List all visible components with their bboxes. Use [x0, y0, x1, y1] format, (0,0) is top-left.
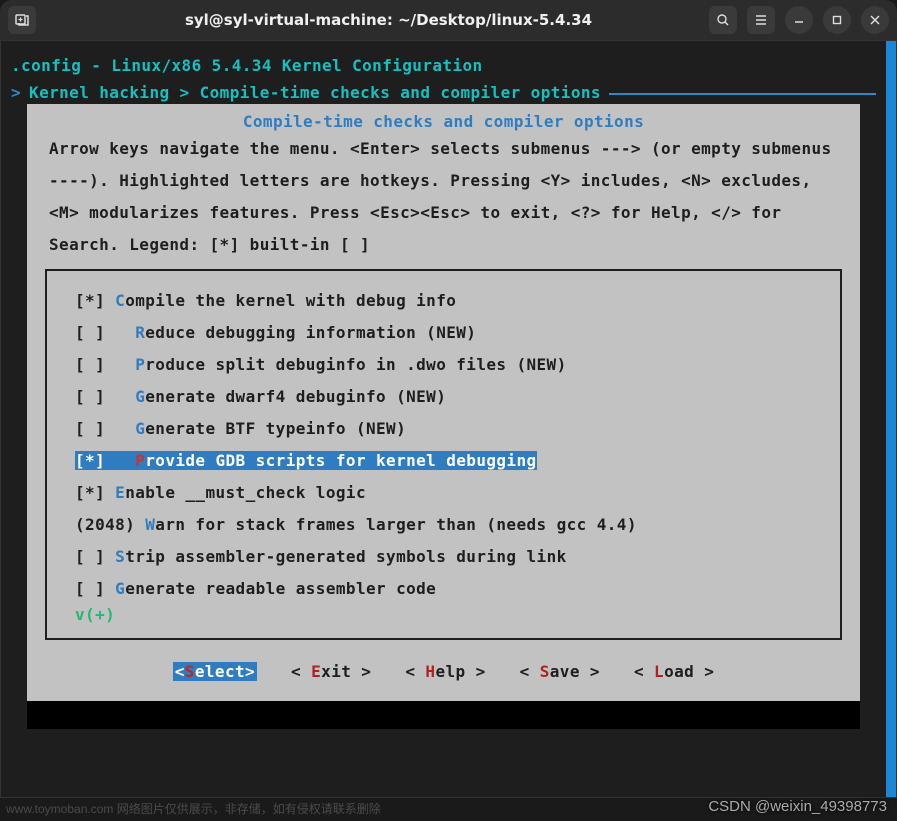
watermark-bottom-left: www.toymoban.com 网络图片仅供展示，非存储，如有侵权请联系删除: [6, 800, 381, 817]
breadcrumb-rule: [609, 93, 876, 95]
menu-item-2[interactable]: [ ] Produce split debuginfo in .dwo file…: [47, 349, 840, 381]
config-title-line: .config - Linux/x86 5.4.34 Kernel Config…: [1, 51, 886, 81]
menu-item-0[interactable]: [*] Compile the kernel with debug info: [47, 285, 840, 317]
window-title: syl@syl-virtual-machine: ~/Desktop/linux…: [68, 11, 709, 29]
dialog-button-select[interactable]: <Select>: [173, 662, 257, 681]
dialog-title: Compile-time checks and compiler options: [49, 112, 838, 131]
menuconfig-dialog: Compile-time checks and compiler options…: [27, 104, 860, 701]
menu-item-5[interactable]: [*] Provide GDB scripts for kernel debug…: [47, 445, 840, 477]
breadcrumb-line: > Kernel hacking > Compile-time checks a…: [1, 81, 886, 104]
menu-item-1[interactable]: [ ] Reduce debugging information (NEW): [47, 317, 840, 349]
menu-item-7[interactable]: (2048) Warn for stack frames larger than…: [47, 509, 840, 541]
close-button[interactable]: [861, 6, 889, 34]
menu-list: [*] Compile the kernel with debug info[ …: [45, 269, 842, 640]
window-titlebar: syl@syl-virtual-machine: ~/Desktop/linux…: [0, 0, 897, 40]
watermark-bottom-right: CSDN @weixin_49398773: [708, 798, 887, 815]
new-tab-button[interactable]: [8, 6, 36, 34]
menu-item-9[interactable]: [ ] Generate readable assembler code: [47, 573, 840, 605]
menu-item-4[interactable]: [ ] Generate BTF typeinfo (NEW): [47, 413, 840, 445]
search-button[interactable]: [709, 6, 737, 34]
button-row: <Select> < Exit > < Help > < Save > < Load >: [27, 640, 860, 701]
menu-item-6[interactable]: [*] Enable __must_check logic: [47, 477, 840, 509]
more-indicator: v(+): [47, 605, 840, 624]
menu-item-8[interactable]: [ ] Strip assembler-generated symbols du…: [47, 541, 840, 573]
menu-item-3[interactable]: [ ] Generate dwarf4 debuginfo (NEW): [47, 381, 840, 413]
dialog-button-exit[interactable]: < Exit >: [291, 662, 371, 681]
dialog-button-help[interactable]: < Help >: [405, 662, 485, 681]
dialog-help-text: Arrow keys navigate the menu. <Enter> se…: [49, 131, 838, 263]
hamburger-menu-button[interactable]: [747, 6, 775, 34]
terminal-black-area: [27, 701, 860, 729]
dialog-button-load[interactable]: < Load >: [634, 662, 714, 681]
minimize-button[interactable]: [785, 6, 813, 34]
maximize-button[interactable]: [823, 6, 851, 34]
dialog-button-save[interactable]: < Save >: [520, 662, 600, 681]
terminal-content[interactable]: .config - Linux/x86 5.4.34 Kernel Config…: [1, 41, 896, 797]
